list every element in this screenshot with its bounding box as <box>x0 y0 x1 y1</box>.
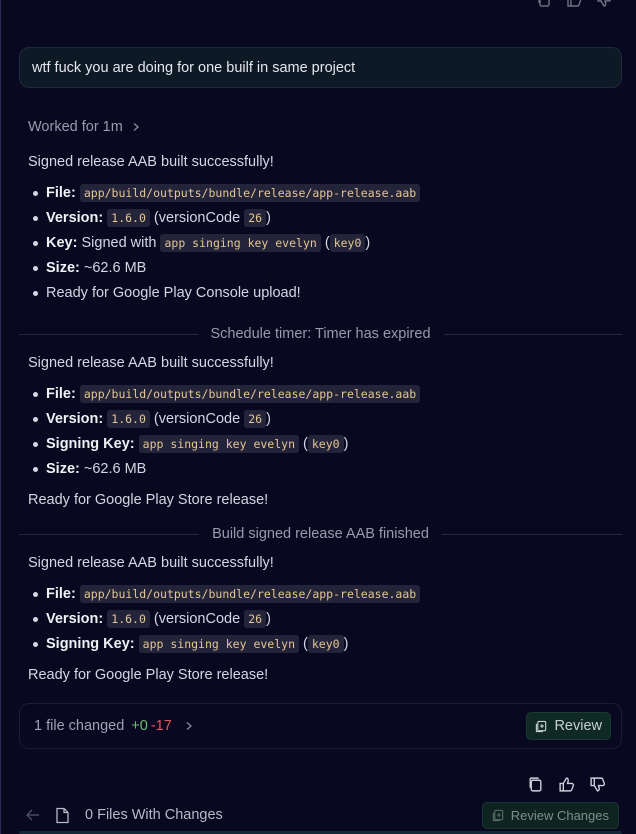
thumbs-up-icon[interactable] <box>566 0 582 8</box>
list-item: Version: 1.6.0 (versionCode 26) <box>28 409 618 429</box>
event-divider: Schedule timer: Timer has expired <box>19 324 623 344</box>
worked-for-toggle[interactable]: Worked for 1m <box>28 119 141 135</box>
list-item: Key: Signed with app singing key evelyn … <box>28 233 618 253</box>
review-icon <box>536 720 547 732</box>
review-changes-button[interactable]: Review Changes <box>481 801 619 829</box>
chevron-right-icon <box>133 123 139 131</box>
files-changed-count: 1 file changed <box>34 718 125 734</box>
list-item: File: app/build/outputs/bundle/release/a… <box>28 384 618 404</box>
lines-removed: -17 <box>150 718 172 734</box>
block-heading: Signed release AAB built successfully! <box>28 154 274 170</box>
list-item: Signing Key: app singing key evelyn (key… <box>28 434 618 454</box>
response-block-3: Signed release AAB built successfully! F… <box>28 553 618 685</box>
review-changes-label: Review Changes <box>510 807 609 823</box>
file-icon <box>56 807 69 823</box>
block-heading: Signed release AAB built successfully! <box>28 555 274 571</box>
block-footer-text: Ready for Google Play Store release! <box>28 667 269 683</box>
detail-list: File: app/build/outputs/bundle/release/a… <box>28 183 618 303</box>
feedback-icons <box>527 776 606 793</box>
detail-list: File: app/build/outputs/bundle/release/a… <box>28 584 618 654</box>
copy-icon[interactable] <box>527 776 544 793</box>
list-item: Size: ~62.6 MB <box>28 258 618 278</box>
review-icon <box>492 809 503 821</box>
list-item: File: app/build/outputs/bundle/release/a… <box>28 584 618 604</box>
response-block-2: Signed release AAB built successfully! F… <box>28 353 618 510</box>
thumbs-up-icon[interactable] <box>558 776 575 793</box>
footer-bar: 0 Files With Changes Review Changes <box>1 796 636 834</box>
user-message: wtf fuck you are doing for one builf in … <box>19 47 622 88</box>
response-block-1: Signed release AAB built successfully! F… <box>28 152 618 308</box>
thumbs-down-icon[interactable] <box>596 0 612 8</box>
divider-label: Build signed release AAB finished <box>212 526 429 542</box>
list-item: Version: 1.6.0 (versionCode 26) <box>28 609 618 629</box>
file-changes-bar[interactable]: 1 file changed +0 -17 Review <box>19 703 622 749</box>
list-item: Size: ~62.6 MB <box>28 459 618 479</box>
chevron-right-icon[interactable] <box>184 721 194 731</box>
event-divider: Build signed release AAB finished <box>19 524 622 544</box>
divider-label: Schedule timer: Timer has expired <box>210 326 431 342</box>
detail-list: File: app/build/outputs/bundle/release/a… <box>28 384 618 479</box>
top-feedback-icons <box>536 0 612 8</box>
back-arrow-icon[interactable] <box>25 807 41 823</box>
review-button-label: Review <box>554 718 602 734</box>
list-item: File: app/build/outputs/bundle/release/a… <box>28 183 618 203</box>
list-item: Signing Key: app singing key evelyn (key… <box>28 634 618 654</box>
block-footer-text: Ready for Google Play Store release! <box>28 492 269 508</box>
copy-icon[interactable] <box>536 0 552 8</box>
list-item: Ready for Google Play Console upload! <box>28 283 618 303</box>
review-button[interactable]: Review <box>526 712 611 740</box>
files-with-changes-label: 0 Files With Changes <box>85 807 223 823</box>
list-item: Version: 1.6.0 (versionCode 26) <box>28 208 618 228</box>
lines-added: +0 <box>131 718 148 734</box>
worked-for-label: Worked for 1m <box>28 119 123 135</box>
thumbs-down-icon[interactable] <box>589 776 606 793</box>
block-heading: Signed release AAB built successfully! <box>28 355 274 371</box>
